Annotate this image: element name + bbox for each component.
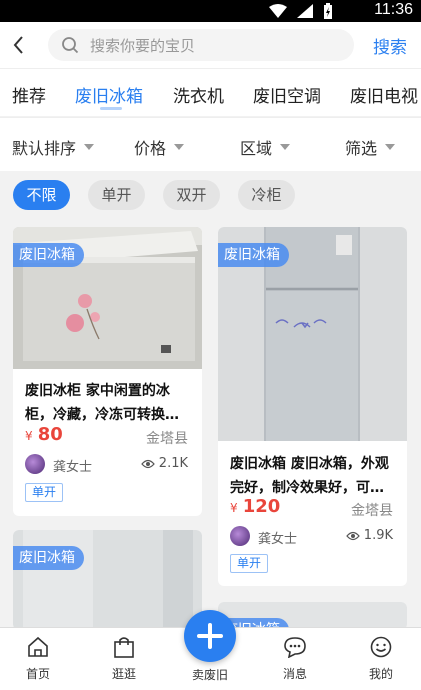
filter-more[interactable]: 筛选 <box>345 135 396 159</box>
listing-card[interactable]: 废旧冰箱 <box>218 602 407 630</box>
filter-sort-label: 默认排序 <box>12 139 77 158</box>
tab-recommend[interactable]: 推荐 <box>12 82 46 107</box>
shopping-bag-icon <box>114 637 134 658</box>
type-badge: 单开 <box>25 483 64 502</box>
view-count-value: 1.9K <box>363 528 393 543</box>
filter-bar: 默认排序 价格 区域 筛选 <box>0 117 421 171</box>
battery-icon <box>324 3 332 19</box>
category-tag: 废旧冰箱 <box>218 243 289 267</box>
chip-double-door[interactable]: 双开 <box>163 180 220 210</box>
tab-used-fridge[interactable]: 废旧冰箱 <box>75 82 143 107</box>
chip-unlimited[interactable]: 不限 <box>13 180 70 210</box>
filter-price-label: 价格 <box>134 139 167 158</box>
tab-messages-label: 消息 <box>282 667 307 681</box>
category-tag: 废旧冰箱 <box>13 546 84 570</box>
filter-sort[interactable]: 默认排序 <box>12 135 95 159</box>
view-count-value: 2.1K <box>158 456 188 471</box>
filter-region[interactable]: 区域 <box>240 135 291 159</box>
tab-messages[interactable]: 消息 <box>265 636 325 682</box>
search-button[interactable]: 搜索 <box>373 33 407 58</box>
chip-freezer[interactable]: 冷柜 <box>238 180 295 210</box>
dropdown-arrow-icon <box>174 144 185 150</box>
tab-home-label: 首页 <box>25 667 50 681</box>
plus-icon <box>197 623 223 649</box>
tab-browse-label: 逛逛 <box>111 667 136 681</box>
search-placeholder: 搜索你要的宝贝 <box>90 37 196 55</box>
home-icon <box>28 636 48 657</box>
filter-price[interactable]: 价格 <box>134 135 185 159</box>
status-bar: 11:36 <box>0 0 421 22</box>
filter-more-label: 筛选 <box>345 139 378 158</box>
listing-title: 废旧冰箱 废旧冰箱，外观完好，制冷效果好，可… <box>230 456 389 496</box>
filter-region-label: 区域 <box>240 139 273 158</box>
listing-location: 金塔县 <box>146 431 188 447</box>
bottom-tab-bar: 首页 逛逛 卖废旧 消息 我的 <box>0 610 421 690</box>
category-tag: 废旧冰箱 <box>13 243 84 267</box>
seller-name: 龚女士 <box>53 460 93 475</box>
listing-location: 金塔县 <box>351 503 393 519</box>
back-arrow-icon[interactable] <box>10 34 28 56</box>
sell-button[interactable] <box>184 610 236 662</box>
dropdown-arrow-icon <box>84 144 95 150</box>
type-chips: 不限 单开 双开 冷柜 <box>0 171 421 219</box>
dropdown-arrow-icon <box>280 144 291 150</box>
view-count: 2.1K <box>141 456 188 471</box>
tab-washing-machine[interactable]: 洗衣机 <box>173 82 224 107</box>
signal-icon <box>297 4 313 18</box>
tab-home[interactable]: 首页 <box>8 636 68 682</box>
eye-icon <box>346 531 360 540</box>
avatar <box>25 454 45 474</box>
listing-title: 废旧冰柜 家中闲置的冰柜，冷藏，冷冻可转换… <box>25 383 179 423</box>
search-input[interactable]: 搜索你要的宝贝 <box>48 29 354 61</box>
status-icons <box>269 3 333 19</box>
wifi-icon <box>269 4 287 18</box>
view-count: 1.9K <box>346 528 393 543</box>
tab-profile[interactable]: 我的 <box>351 636 411 682</box>
tab-used-air-conditioner[interactable]: 废旧空调 <box>253 82 321 107</box>
listing-photo <box>13 530 202 630</box>
category-tabs: 推荐 废旧冰箱 洗衣机 废旧空调 废旧电视 <box>0 68 421 116</box>
tab-browse[interactable]: 逛逛 <box>94 636 154 682</box>
tab-sell-label: 卖废旧 <box>191 668 228 682</box>
status-time: 11:36 <box>374 1 413 18</box>
avatar <box>230 526 250 546</box>
seller-name: 龚女士 <box>258 532 298 547</box>
tab-used-tv[interactable]: 废旧电视 <box>350 82 418 107</box>
listing-price: ¥ 120 <box>230 496 281 517</box>
chat-icon <box>284 637 306 659</box>
search-icon <box>62 37 79 54</box>
active-tab-indicator <box>100 107 122 110</box>
listing-card[interactable]: 废旧冰箱 <box>13 530 202 630</box>
dropdown-arrow-icon <box>385 144 396 150</box>
chip-single-door[interactable]: 单开 <box>88 180 145 210</box>
type-badge: 单开 <box>230 554 269 573</box>
tab-profile-label: 我的 <box>368 667 393 681</box>
search-header: 搜索你要的宝贝 搜索 <box>0 22 421 68</box>
listing-price: ¥ 80 <box>25 424 63 445</box>
listing-card[interactable]: 废旧冰箱 废旧冰柜 家中闲置的冰柜，冷藏，冷冻可转换… ¥ 80 金塔县 龚女士… <box>13 227 202 516</box>
smiley-face-icon <box>370 636 392 658</box>
eye-icon <box>141 459 155 468</box>
listing-card[interactable]: 废旧冰箱 废旧冰箱 废旧冰箱，外观完好，制冷效果好，可… ¥ 120 金塔县 龚… <box>218 227 407 586</box>
